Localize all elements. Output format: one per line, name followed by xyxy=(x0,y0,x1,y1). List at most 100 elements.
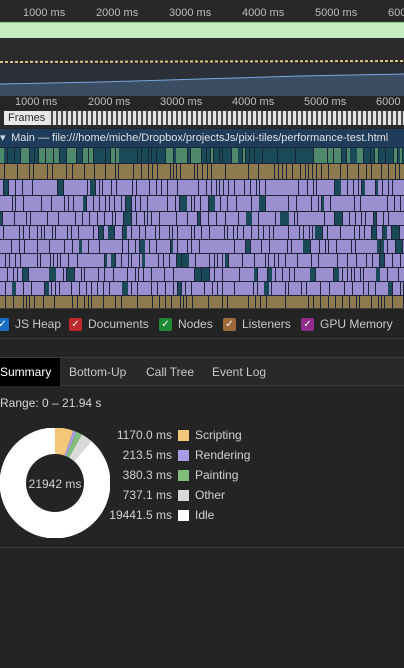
flame-slice[interactable] xyxy=(25,164,29,179)
flame-slice[interactable] xyxy=(252,212,258,225)
flame-slice[interactable] xyxy=(313,164,316,179)
flame-slice[interactable] xyxy=(322,196,324,211)
flame-slice[interactable] xyxy=(364,282,368,295)
flame-slice[interactable] xyxy=(208,164,211,179)
flame-slice[interactable] xyxy=(33,180,39,195)
flame-slice[interactable] xyxy=(43,268,49,281)
flame-slice[interactable] xyxy=(166,296,171,308)
flame-slice[interactable] xyxy=(12,240,19,253)
flame-slice[interactable] xyxy=(329,296,335,308)
flame-slice[interactable] xyxy=(189,268,194,281)
flame-slice[interactable] xyxy=(74,180,80,195)
flame-slice[interactable] xyxy=(145,282,151,295)
flame-slice[interactable] xyxy=(34,212,39,225)
flame-slice[interactable] xyxy=(0,226,3,239)
flame-slice[interactable] xyxy=(134,164,141,179)
flame-slice[interactable] xyxy=(153,164,157,179)
flame-slice[interactable] xyxy=(348,254,352,267)
flame-slice[interactable] xyxy=(293,296,300,308)
flame-slice[interactable] xyxy=(129,240,135,253)
flame-slice[interactable] xyxy=(375,164,381,179)
flame-slice[interactable] xyxy=(304,226,309,239)
flame-slice[interactable] xyxy=(153,296,159,308)
flame-slice[interactable] xyxy=(166,148,173,163)
flame-slice[interactable] xyxy=(314,296,320,308)
flame-slice[interactable] xyxy=(89,148,93,163)
flame-slice[interactable] xyxy=(339,282,344,295)
flame-slice[interactable] xyxy=(292,240,294,253)
flame-slice[interactable] xyxy=(100,180,102,195)
flame-slice[interactable] xyxy=(195,226,201,239)
flame-slice[interactable] xyxy=(116,148,119,163)
flame-slice[interactable] xyxy=(377,226,382,239)
flame-slice[interactable] xyxy=(173,226,177,239)
flame-slice[interactable] xyxy=(102,254,104,267)
flame-slice[interactable] xyxy=(236,212,238,225)
flame-slice[interactable] xyxy=(116,212,121,225)
flame-slice[interactable] xyxy=(106,164,111,179)
flame-slice[interactable] xyxy=(6,254,9,267)
flame-slice[interactable] xyxy=(156,226,159,239)
flame-slice[interactable] xyxy=(331,212,334,225)
flame-slice[interactable] xyxy=(352,254,356,267)
flame-slice[interactable] xyxy=(333,282,339,295)
flame-slice[interactable] xyxy=(39,180,43,195)
flame-slice[interactable] xyxy=(228,196,232,211)
flame-slice[interactable] xyxy=(226,180,228,195)
flame-slice[interactable] xyxy=(326,282,329,295)
flame-slice[interactable] xyxy=(111,164,115,179)
flame-slice[interactable] xyxy=(80,254,84,267)
flame-slice[interactable] xyxy=(180,196,187,211)
flame-slice[interactable] xyxy=(89,296,91,308)
flame-slice[interactable] xyxy=(27,254,34,267)
flame-slice[interactable] xyxy=(149,148,151,163)
flame-slice[interactable] xyxy=(79,164,84,179)
flame-slice[interactable] xyxy=(310,268,315,281)
flame-slice[interactable] xyxy=(309,296,313,308)
flame-slice[interactable] xyxy=(132,282,137,295)
flame-slice[interactable] xyxy=(142,180,149,195)
flame-slice[interactable] xyxy=(106,148,110,163)
flame-slice[interactable] xyxy=(374,196,380,211)
flame-slice[interactable] xyxy=(169,212,176,225)
flame-slice[interactable] xyxy=(268,212,275,225)
flame-slice[interactable] xyxy=(298,268,303,281)
flame-slice[interactable] xyxy=(206,254,209,267)
flame-slice[interactable] xyxy=(401,296,403,308)
flame-slice[interactable] xyxy=(243,240,245,253)
flame-slice[interactable] xyxy=(348,268,351,281)
flame-slice[interactable] xyxy=(186,180,193,195)
flame-slice[interactable] xyxy=(193,180,198,195)
flame-slice[interactable] xyxy=(180,212,187,225)
flame-slice[interactable] xyxy=(252,226,258,239)
flame-slice[interactable] xyxy=(306,164,308,179)
flame-slice[interactable] xyxy=(139,268,143,281)
flame-slice[interactable] xyxy=(104,296,109,308)
flame-slice[interactable] xyxy=(372,164,375,179)
flame-slice[interactable] xyxy=(90,254,96,267)
flame-slice[interactable] xyxy=(362,180,365,195)
panel-splitter[interactable] xyxy=(0,338,404,358)
flame-slice[interactable] xyxy=(10,164,17,179)
flame-slice[interactable] xyxy=(188,148,190,163)
flame-slice[interactable] xyxy=(357,148,363,163)
flame-slice[interactable] xyxy=(10,254,12,267)
flame-slice[interactable] xyxy=(348,164,351,179)
flame-slice[interactable] xyxy=(228,240,234,253)
fps-overview-strip[interactable] xyxy=(0,22,404,38)
flame-slice[interactable] xyxy=(0,282,5,295)
flame-slice[interactable] xyxy=(384,212,388,225)
flame-slice[interactable] xyxy=(11,226,17,239)
flame-slice[interactable] xyxy=(44,296,48,308)
flame-slice[interactable] xyxy=(177,212,180,225)
flame-slice[interactable] xyxy=(335,226,338,239)
flame-slice[interactable] xyxy=(345,196,352,211)
flame-slice[interactable] xyxy=(348,226,354,239)
flame-slice[interactable] xyxy=(379,296,381,308)
flame-slice[interactable] xyxy=(56,240,62,253)
flame-slice[interactable] xyxy=(115,226,122,239)
flame-slice[interactable] xyxy=(273,148,277,163)
flame-slice[interactable] xyxy=(60,164,66,179)
flame-slice[interactable] xyxy=(317,164,321,179)
flame-slice[interactable] xyxy=(137,254,139,267)
